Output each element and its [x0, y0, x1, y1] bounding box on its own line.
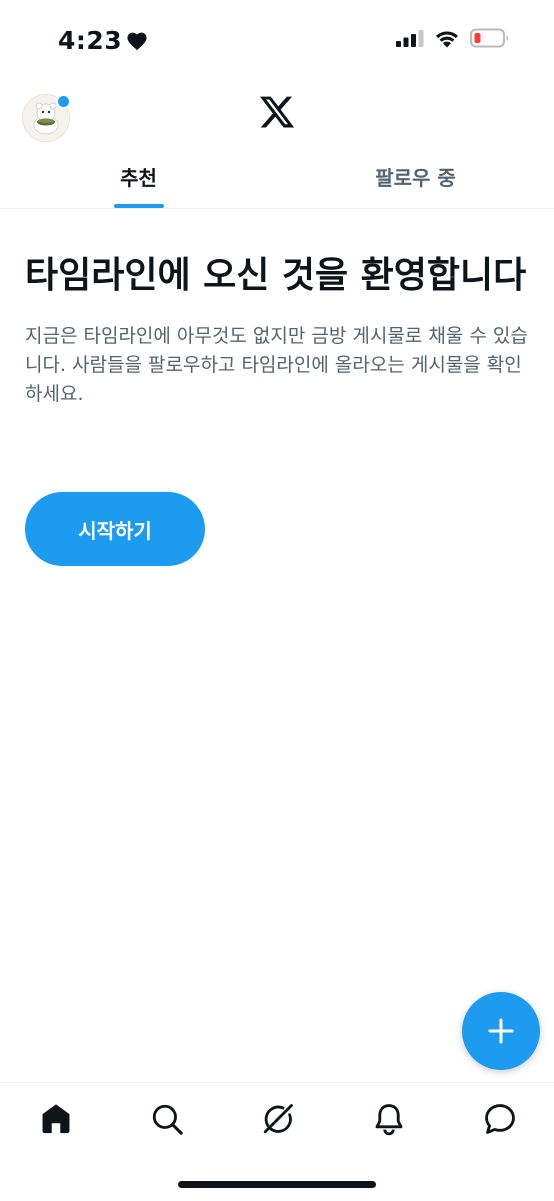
wifi-icon	[436, 30, 458, 47]
home-icon	[42, 1104, 70, 1134]
grok-icon	[263, 1104, 293, 1134]
header: 추천 팔로우 중	[0, 80, 554, 209]
nav-messages[interactable]	[480, 1099, 520, 1139]
bottom-navigation	[0, 1082, 554, 1201]
search-icon	[152, 1104, 183, 1135]
timeline-tabs: 추천 팔로우 중	[0, 152, 554, 208]
nav-notifications[interactable]	[369, 1099, 409, 1139]
tab-recommended-label: 추천	[120, 166, 157, 190]
welcome-description: 지금은 타임라인에 아무것도 없지만 금방 게시물로 채울 수 있습니다. 사람…	[25, 325, 528, 405]
welcome-section: 타임라인에 오신 것을 환영합니다 지금은 타임라인에 아무것도 없지만 금방 …	[25, 250, 535, 566]
home-indicator[interactable]	[178, 1181, 376, 1188]
bell-icon	[375, 1104, 403, 1136]
battery-low-icon	[470, 28, 508, 48]
cellular-signal-icon	[396, 30, 424, 47]
status-bar: 4:23	[0, 0, 554, 80]
tab-following-label: 팔로우 중	[375, 166, 456, 190]
status-time-text: 4:23	[58, 26, 123, 55]
nav-grok[interactable]	[258, 1099, 298, 1139]
tab-recommended[interactable]: 추천	[0, 152, 277, 208]
x-logo-icon	[259, 96, 295, 128]
notification-dot	[56, 94, 71, 109]
status-time: 4:23	[58, 26, 148, 55]
plus-icon	[488, 1018, 514, 1044]
avatar[interactable]	[22, 94, 71, 142]
status-indicators	[396, 28, 510, 48]
welcome-title: 타임라인에 오신 것을 환영합니다	[25, 255, 527, 296]
tab-active-indicator	[113, 204, 164, 208]
get-started-button[interactable]: 시작하기	[25, 492, 205, 566]
nav-home[interactable]	[36, 1099, 76, 1139]
compose-post-button[interactable]	[462, 992, 540, 1070]
message-icon	[485, 1104, 515, 1134]
tab-following[interactable]: 팔로우 중	[277, 152, 554, 208]
nav-search[interactable]	[147, 1099, 187, 1139]
heart-icon	[127, 32, 147, 50]
